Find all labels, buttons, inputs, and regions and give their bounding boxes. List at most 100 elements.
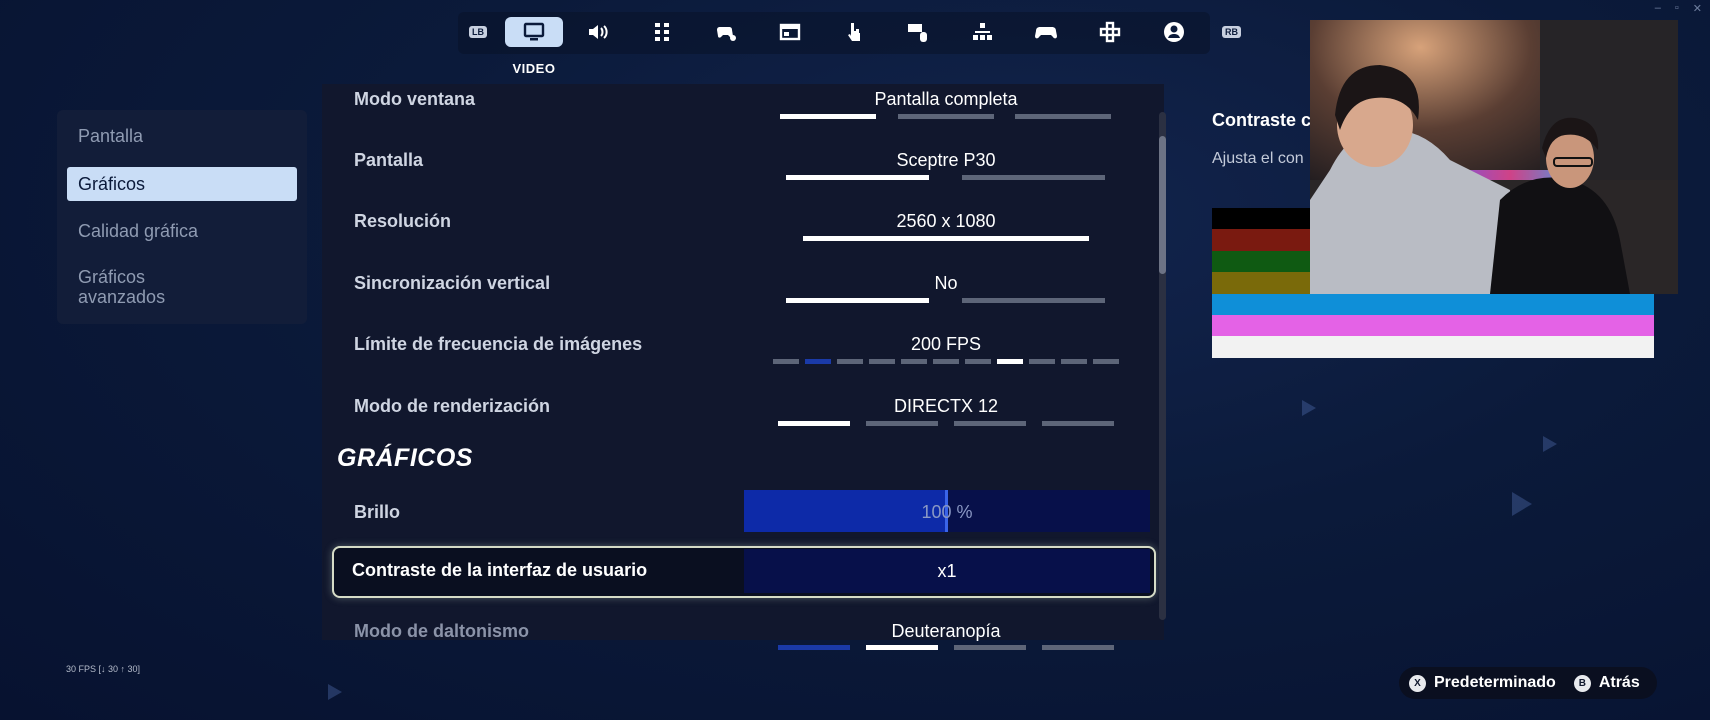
bg-triangle [1302, 400, 1316, 416]
option-segment[interactable] [962, 298, 1105, 303]
section-title-graficos: GRÁFICOS [337, 444, 473, 472]
option-segment[interactable] [786, 298, 929, 303]
sidebar-item-pantalla[interactable]: Pantalla [67, 126, 297, 146]
option-segment[interactable] [786, 175, 929, 180]
keyboard-mouse-icon [908, 24, 927, 42]
ui-contrast-label: Contraste de la interfaz de usuario [352, 560, 648, 580]
scrollbar[interactable] [1159, 112, 1166, 620]
window-controls: – ▫ ✕ [1655, 2, 1702, 15]
render-mode-value[interactable]: DIRECTX 12 [756, 396, 1136, 417]
tab-keyboard-mouse[interactable] [889, 17, 947, 47]
frame-limit-label: Límite de frecuencia de imágenes [354, 334, 643, 354]
tab-hud[interactable] [761, 17, 819, 47]
option-segment[interactable] [1015, 114, 1111, 119]
option-segment[interactable] [1029, 359, 1055, 364]
webcam-overlay [1310, 20, 1678, 294]
vsync-value[interactable]: No [756, 273, 1136, 294]
display-label: Pantalla [354, 150, 424, 170]
brightness-slider[interactable]: 100 % [744, 490, 1150, 532]
option-segment[interactable] [962, 175, 1105, 180]
sidebar-item-graficos-avanzados[interactable]: Gráficos avanzados [67, 267, 207, 307]
fps-counter: 30 FPS [↓ 30 ↑ 30] [66, 664, 141, 674]
tab-controller-layout[interactable] [953, 17, 1011, 47]
ui-contrast-value: x1 [937, 561, 957, 581]
colorblind-label: Modo de daltonismo [354, 621, 529, 641]
back-button[interactable]: Atrás [1599, 674, 1640, 692]
ui-contrast-control[interactable]: x1 [744, 549, 1150, 593]
option-segment[interactable] [954, 421, 1026, 426]
tab-accessibility[interactable] [633, 17, 691, 47]
dpad-icon [1099, 21, 1121, 43]
window-icon [779, 23, 801, 41]
option-segment[interactable] [837, 359, 863, 364]
scrollbar-thumb[interactable] [1159, 136, 1166, 274]
touch-hand-icon [848, 23, 860, 41]
user-icon [1164, 22, 1184, 42]
rb-bumper-icon[interactable]: RB [1222, 26, 1241, 38]
minimize-icon[interactable]: – [1655, 2, 1661, 15]
grid-icon [655, 23, 669, 41]
bg-triangle [1512, 492, 1532, 516]
maximize-icon[interactable]: ▫ [1675, 2, 1679, 15]
option-segment[interactable] [803, 236, 1089, 241]
option-segment[interactable] [901, 359, 927, 364]
window-mode-label: Modo ventana [354, 89, 476, 109]
sidebar: Pantalla Gráficos Calidad gráfica Gráfic… [57, 110, 307, 324]
option-segment[interactable] [805, 359, 831, 364]
option-segment[interactable] [778, 645, 850, 650]
info-title: Contraste c [1212, 110, 1312, 130]
monitor-icon [523, 22, 545, 41]
option-segment[interactable] [954, 645, 1026, 650]
option-segment[interactable] [780, 114, 876, 119]
option-segment[interactable] [933, 359, 959, 364]
swatch [1212, 314, 1654, 337]
webcam-image [1310, 20, 1678, 294]
tab-audio[interactable] [569, 17, 627, 47]
brightness-value: 100 % [921, 502, 973, 522]
option-segment[interactable] [866, 645, 938, 650]
option-segment[interactable] [997, 359, 1023, 364]
option-segment[interactable] [866, 421, 938, 426]
sidebar-item-calidad-grafica[interactable]: Calidad gráfica [67, 221, 297, 241]
swatch [1212, 336, 1654, 358]
swatch [1212, 293, 1654, 315]
active-tab-caption: VIDEO [512, 61, 556, 76]
option-segment[interactable] [778, 421, 850, 426]
tab-touch[interactable] [825, 17, 883, 47]
option-segment[interactable] [1093, 359, 1119, 364]
speaker-icon [589, 25, 608, 39]
tab-controller[interactable] [1017, 17, 1075, 47]
lb-bumper-icon[interactable]: LB [469, 26, 487, 38]
sidebar-item-graficos[interactable]: Gráficos [67, 167, 297, 201]
resolution-label: Resolución [354, 211, 452, 231]
option-segment[interactable] [773, 359, 799, 364]
option-segment[interactable] [965, 359, 991, 364]
option-segment[interactable] [1042, 421, 1114, 426]
option-segment[interactable] [1042, 645, 1114, 650]
close-icon[interactable]: ✕ [1693, 2, 1702, 15]
gamepad-touch-icon [717, 27, 736, 41]
default-button[interactable]: Predeterminado [1434, 674, 1556, 692]
tab-video[interactable] [505, 17, 563, 47]
x-button-icon: X [1409, 674, 1426, 692]
option-segment[interactable] [1061, 359, 1087, 364]
footer-actions: X Predeterminado B Atrás [1399, 667, 1657, 699]
controller-icon [1035, 27, 1057, 39]
display-value[interactable]: Sceptre P30 [756, 150, 1136, 171]
hierarchy-icon [973, 23, 992, 40]
tab-game[interactable] [697, 17, 755, 47]
resolution-value[interactable]: 2560 x 1080 [756, 211, 1136, 232]
info-description: Ajusta el con [1212, 150, 1304, 167]
tab-account[interactable] [1145, 17, 1203, 47]
option-segment[interactable] [869, 359, 895, 364]
bg-triangle [328, 684, 342, 700]
b-button-icon: B [1573, 674, 1591, 692]
window-mode-value[interactable]: Pantalla completa [756, 89, 1136, 110]
bg-triangle [1543, 436, 1557, 452]
option-segment[interactable] [898, 114, 994, 119]
frame-limit-value[interactable]: 200 FPS [756, 334, 1136, 355]
colorblind-value[interactable]: Deuteranopía [756, 621, 1136, 642]
render-mode-label: Modo de renderización [354, 396, 551, 416]
brightness-label: Brillo [354, 502, 401, 522]
tab-dpad[interactable] [1081, 17, 1139, 47]
